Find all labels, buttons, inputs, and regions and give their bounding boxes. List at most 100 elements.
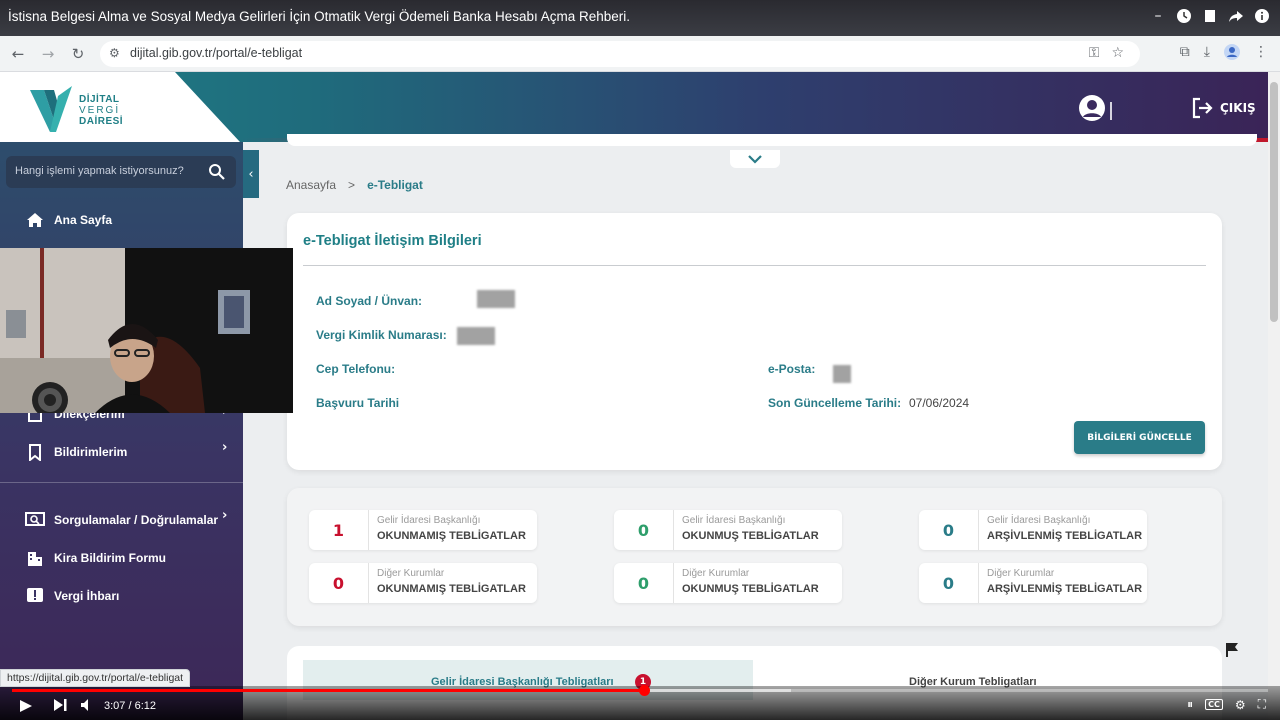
redacted-tax-id	[457, 327, 495, 345]
stat-source: Diğer Kurumlar	[377, 568, 445, 579]
progress-played	[12, 689, 644, 692]
flag-icon	[1226, 643, 1238, 657]
bookmark-icon	[24, 442, 46, 462]
forward-icon[interactable]: →	[38, 44, 58, 64]
url-text[interactable]: dijital.gib.gov.tr/portal/e-tebligat	[130, 46, 302, 60]
page-scrollbar[interactable]	[1268, 72, 1280, 720]
tax-id-label: Vergi Kimlik Numarası:	[316, 328, 447, 342]
chevron-right-icon: ›	[222, 508, 228, 523]
feedback-flag-button[interactable]	[1218, 636, 1246, 664]
volume-button[interactable]	[80, 698, 96, 712]
next-button[interactable]	[52, 698, 68, 712]
watch-later-icon[interactable]	[1176, 8, 1192, 24]
fullscreen-icon[interactable]: ⛶	[1258, 697, 1266, 712]
expand-panel-button[interactable]	[730, 150, 780, 168]
site-info-icon[interactable]: ⚙	[109, 46, 120, 60]
video-title[interactable]: İstisna Belgesi Alma ve Sosyal Medya Gel…	[8, 9, 630, 24]
stat-other-archived[interactable]: 0 Diğer Kurumlar ARŞİVLENMİŞ TEBLİGATLAR	[919, 563, 1147, 603]
sidebar-search-input[interactable]: Hangi işlemi yapmak istiyorsunuz?	[6, 156, 236, 188]
scrollbar-thumb[interactable]	[1270, 82, 1278, 322]
sidebar-item-rent-form[interactable]: Kira Bildirim Formu	[24, 548, 166, 568]
youtube-title-bar: İstisna Belgesi Alma ve Sosyal Medya Gel…	[0, 0, 1280, 36]
sidebar-item-home[interactable]: Ana Sayfa	[24, 210, 112, 230]
sidebar-item-label: Kira Bildirim Formu	[54, 551, 167, 565]
stat-gib-archived[interactable]: 0 Gelir İdaresi Başkanlığı ARŞİVLENMİŞ T…	[919, 510, 1147, 550]
password-key-icon[interactable]: ⚿	[1089, 45, 1100, 61]
contact-info-card: e-Tebligat İletişim Bilgileri Ad Soyad /…	[287, 213, 1222, 470]
stat-label: OKUNMAMIŞ TEBLİGATLAR	[377, 530, 526, 542]
logout-button[interactable]: ÇIKIŞ	[1190, 96, 1256, 120]
reload-icon[interactable]: ↻	[68, 44, 88, 64]
link-status-bar: https://dijital.gib.gov.tr/portal/e-tebl…	[0, 669, 191, 687]
volume-icon	[81, 699, 88, 711]
back-icon[interactable]: ←	[8, 44, 28, 64]
logout-label: ÇIKIŞ	[1220, 101, 1256, 115]
search-icon[interactable]	[208, 163, 226, 181]
building-icon	[24, 548, 46, 568]
breadcrumb-current: e-Tebligat	[367, 178, 423, 192]
progress-scrubber-handle[interactable]	[638, 685, 650, 696]
stat-source: Gelir İdaresi Başkanlığı	[987, 515, 1091, 526]
sidebar-item-notifications[interactable]: Bildirimlerim	[24, 442, 127, 462]
sidebar-item-tax-report[interactable]: Vergi İhbarı	[24, 586, 119, 606]
last-update-label: Son Güncelleme Tarihi:	[768, 396, 902, 410]
profile-icon[interactable]	[1224, 44, 1240, 64]
stat-gib-read[interactable]: 0 Gelir İdaresi Başkanlığı OKUNMUŞ TEBLİ…	[614, 510, 842, 550]
top-panel-edge	[287, 134, 1257, 146]
sidebar: Hangi işlemi yapmak istiyorsunuz? Ana Sa…	[0, 142, 243, 720]
stat-value: 1	[309, 510, 369, 550]
stat-value: 0	[919, 510, 979, 550]
search-document-icon	[24, 510, 46, 530]
last-update-value: 07/06/2024	[909, 396, 970, 410]
browser-menu-icon[interactable]: ⋮	[1254, 44, 1268, 64]
dijital-vergi-dairesi-logo-icon	[30, 86, 72, 132]
address-bar[interactable]: ⚙ dijital.gib.gov.tr/portal/e-tebligat ⚿…	[100, 41, 1140, 67]
extensions-icon[interactable]: ⧉	[1180, 44, 1190, 64]
play-button[interactable]	[14, 698, 36, 714]
phone-label: Cep Telefonu:	[316, 362, 396, 376]
update-info-button[interactable]: BİLGİLERİ GÜNCELLE	[1074, 421, 1205, 454]
card-divider	[303, 265, 1206, 266]
email-label: e-Posta:	[768, 362, 816, 376]
stat-other-unread[interactable]: 0 Diğer Kurumlar OKUNMAMIŞ TEBLİGATLAR	[309, 563, 537, 603]
stat-gib-unread[interactable]: 1 Gelir İdaresi Başkanlığı OKUNMAMIŞ TEB…	[309, 510, 537, 550]
stat-value: 0	[614, 563, 674, 603]
video-progress-bar[interactable]	[12, 685, 1268, 696]
video-time: 3:07 / 6:12	[104, 700, 156, 712]
breadcrumb-home[interactable]: Anasayfa	[286, 178, 336, 192]
autoplay-toggle[interactable]: ⏸	[1187, 697, 1193, 712]
bookmark-star-icon[interactable]: ☆	[1111, 45, 1124, 61]
stat-source: Gelir İdaresi Başkanlığı	[682, 515, 786, 526]
sidebar-divider	[0, 482, 243, 483]
stat-value: 0	[614, 510, 674, 550]
sidebar-item-queries[interactable]: Sorgulamalar / Doğrulamalar	[24, 510, 218, 530]
stat-source: Gelir İdaresi Başkanlığı	[377, 515, 481, 526]
stat-label: ARŞİVLENMİŞ TEBLİGATLAR	[987, 583, 1143, 595]
captions-icon[interactable]: CC	[1205, 699, 1223, 710]
next-icon	[54, 699, 67, 711]
breadcrumb: Anasayfa > e-Tebligat	[286, 178, 423, 192]
minimize-icon[interactable]: –	[1150, 8, 1166, 24]
info-icon[interactable]	[1254, 8, 1270, 24]
apply-date-label: Başvuru Tarihi	[316, 396, 400, 410]
alert-icon	[24, 586, 46, 606]
share-icon[interactable]	[1228, 8, 1244, 24]
logo-text-line2: VERGİ	[79, 105, 121, 116]
user-account-icon[interactable]	[1078, 94, 1106, 122]
stat-other-read[interactable]: 0 Diğer Kurumlar OKUNMUŞ TEBLİGATLAR	[614, 563, 842, 603]
webcam-overlay	[0, 248, 293, 413]
sidebar-collapse-button[interactable]: ‹	[243, 150, 259, 198]
redacted-email	[833, 365, 851, 383]
chevron-down-icon	[748, 154, 762, 164]
notification-stats-card: 1 Gelir İdaresi Başkanlığı OKUNMAMIŞ TEB…	[287, 488, 1222, 626]
sidebar-item-label: Vergi İhbarı	[54, 589, 120, 603]
queue-icon[interactable]	[1202, 8, 1218, 24]
stat-source: Diğer Kurumlar	[987, 568, 1055, 579]
stat-label: OKUNMUŞ TEBLİGATLAR	[682, 583, 819, 595]
settings-gear-icon[interactable]: ⚙	[1235, 698, 1246, 712]
header-separator	[1110, 102, 1112, 120]
download-icon[interactable]: ⤓	[1204, 44, 1210, 64]
breadcrumb-separator: >	[348, 178, 356, 192]
logout-icon	[1192, 97, 1213, 119]
stat-label: ARŞİVLENMİŞ TEBLİGATLAR	[987, 530, 1143, 542]
